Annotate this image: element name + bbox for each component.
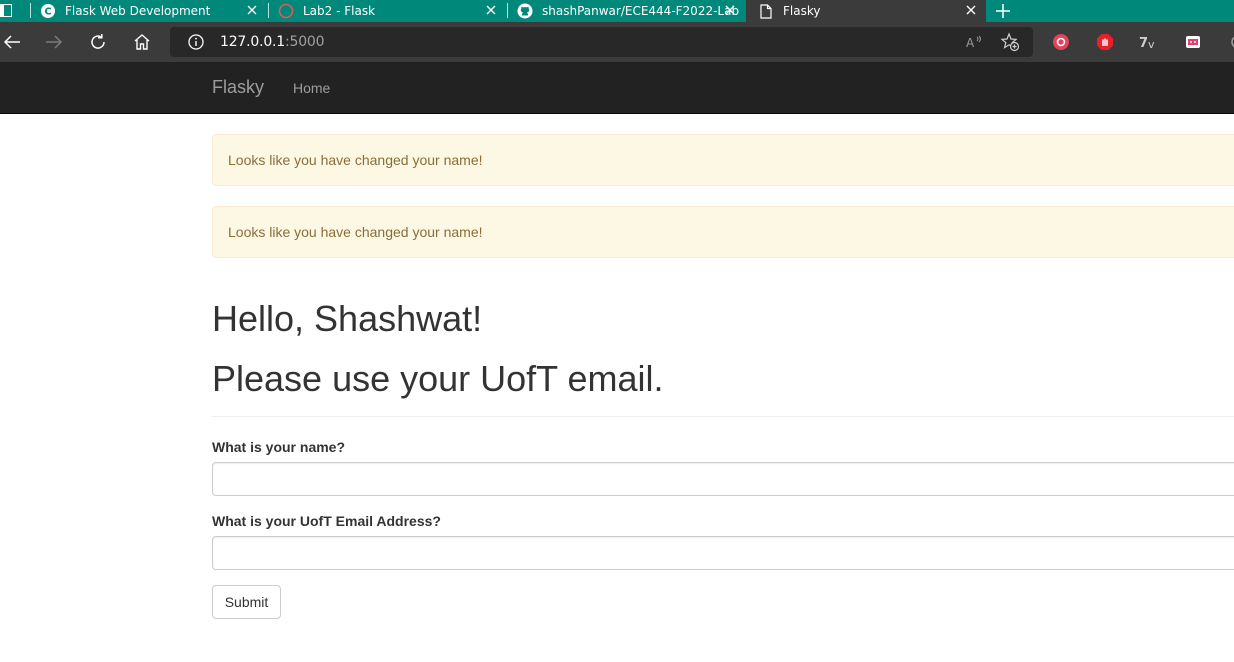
url-port: :5000 [285, 34, 325, 50]
plus-icon [996, 4, 1010, 18]
new-tab-button[interactable] [994, 2, 1012, 20]
home-icon [134, 34, 150, 50]
close-icon[interactable] [484, 3, 498, 17]
back-arrow-icon [3, 35, 20, 49]
flash-alert: Looks like you have changed your name! [212, 134, 1234, 186]
flash-alert: Looks like you have changed your name! [212, 206, 1234, 258]
email-input[interactable] [212, 536, 1234, 570]
page-icon [758, 3, 774, 19]
extension-adblock-icon[interactable] [1095, 32, 1115, 52]
tab-title: Flask Web Development [65, 4, 211, 18]
tab-separator [268, 3, 269, 18]
tab-title: shashPanwar/ECE444-F2022-Lab [542, 4, 740, 18]
tab-flask-web-development[interactable]: C Flask Web Development [32, 0, 267, 22]
close-icon[interactable] [723, 3, 737, 17]
tab-github-repo[interactable]: shashPanwar/ECE444-F2022-Lab [509, 0, 745, 22]
navbar: Flasky Home [0, 62, 1234, 114]
tab-lab2-flask[interactable]: Lab2 - Flask [270, 0, 506, 22]
extension-pink-box-icon[interactable] [1183, 32, 1203, 52]
tab-actions-icon[interactable] [0, 4, 12, 17]
svg-text:A: A [966, 36, 975, 50]
header-divider [212, 416, 1234, 417]
greeting-heading: Hello, Shashwat! [212, 298, 483, 339]
browser-toolbar: 127.0.0.1:5000 A 7v [0, 22, 1234, 62]
close-icon[interactable] [245, 3, 259, 17]
svg-text:7: 7 [1139, 36, 1148, 51]
github-icon [517, 3, 533, 19]
name-field-label: What is your name? [212, 439, 346, 455]
read-aloud-icon[interactable]: A [965, 33, 983, 51]
home-button[interactable] [130, 30, 154, 54]
tab-title: Lab2 - Flask [303, 4, 376, 18]
close-icon[interactable] [964, 3, 978, 17]
forward-arrow-icon [46, 35, 63, 49]
extension-partial-icon[interactable] [1224, 32, 1234, 52]
svg-text:C: C [44, 7, 51, 18]
email-notice-heading: Please use your UofT email. [212, 358, 664, 399]
svg-text:v: v [1148, 38, 1155, 51]
back-button[interactable] [0, 30, 24, 54]
tab-flasky[interactable]: Flasky [746, 0, 986, 22]
nav-link-home[interactable]: Home [293, 80, 330, 96]
refresh-button[interactable] [86, 30, 110, 54]
tab-title: Flasky [783, 4, 821, 18]
extension-red-circle-icon[interactable] [1051, 32, 1071, 52]
url-host: 127.0.0.1 [220, 34, 285, 50]
url-text[interactable]: 127.0.0.1:5000 [220, 34, 325, 50]
tab-separator [30, 3, 31, 18]
email-field-label: What is your UofT Email Address? [212, 513, 441, 529]
tab-strip: C Flask Web Development Lab2 - Flask sha… [0, 0, 1234, 22]
extension-translate-icon[interactable]: 7v [1139, 32, 1159, 52]
c-logo-icon: C [40, 3, 56, 19]
address-bar[interactable]: 127.0.0.1:5000 A [170, 27, 1033, 57]
name-input[interactable] [212, 462, 1234, 496]
add-favorite-icon[interactable] [1000, 32, 1020, 52]
submit-button[interactable]: Submit [212, 585, 281, 619]
loading-spinner-icon [278, 3, 294, 19]
forward-button[interactable] [42, 30, 66, 54]
navbar-brand[interactable]: Flasky [212, 77, 264, 98]
refresh-icon [91, 34, 105, 49]
tab-separator [507, 3, 508, 18]
site-info-icon[interactable] [188, 34, 204, 50]
